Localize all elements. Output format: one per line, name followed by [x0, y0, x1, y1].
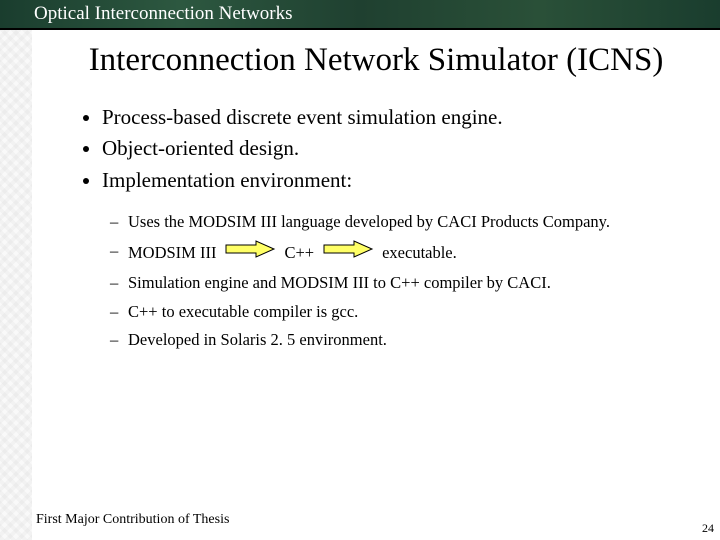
flow-label: executable. — [382, 241, 457, 266]
arrow-right-icon — [224, 239, 276, 267]
bullet-item: Implementation environment: — [102, 165, 702, 197]
sub-bullet-item: C++ to executable compiler is gcc. — [110, 300, 702, 325]
page-number: 24 — [702, 521, 714, 536]
bullet-list: Process-based discrete event simulation … — [102, 102, 702, 197]
footer-text: First Major Contribution of Thesis — [36, 512, 229, 528]
sub-bullet-item: Uses the MODSIM III language developed b… — [110, 210, 702, 235]
sub-bullet-item: MODSIM III C++ executable. — [110, 239, 702, 267]
sub-bullet-item: Developed in Solaris 2. 5 environment. — [110, 328, 702, 353]
bullet-item: Object-oriented design. — [102, 133, 702, 165]
header-bar: Optical Interconnection Networks — [0, 0, 720, 28]
sidebar-texture — [0, 30, 32, 540]
arrow-right-icon — [322, 239, 374, 267]
sub-bullet-list: Uses the MODSIM III language developed b… — [110, 210, 702, 353]
sub-bullet-item: Simulation engine and MODSIM III to C++ … — [110, 271, 702, 296]
flow-label: MODSIM III — [128, 241, 216, 266]
slide-title: Interconnection Network Simulator (ICNS) — [50, 42, 702, 80]
flow-label: C++ — [284, 241, 314, 266]
bullet-item: Process-based discrete event simulation … — [102, 102, 702, 134]
slide-content: Interconnection Network Simulator (ICNS)… — [32, 30, 720, 540]
header-title: Optical Interconnection Networks — [34, 3, 293, 25]
